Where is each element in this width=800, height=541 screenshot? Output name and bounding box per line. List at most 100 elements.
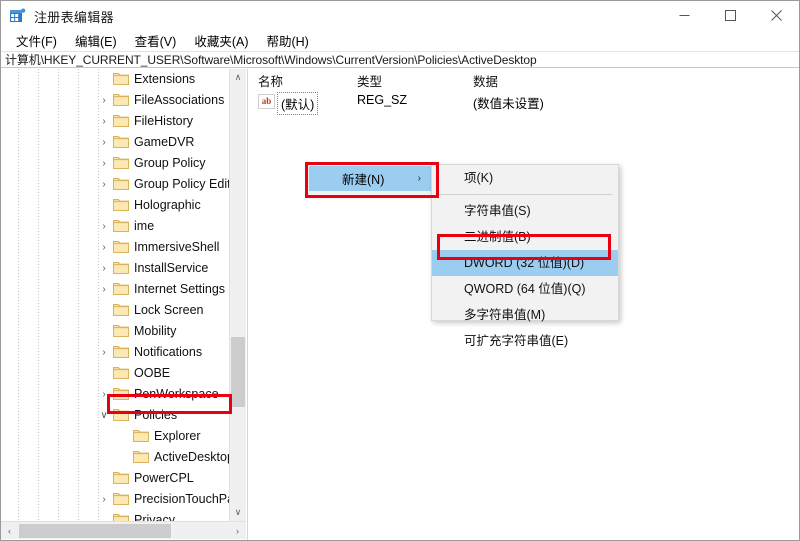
registry-tree[interactable]: Extensions›FileAssociations›FileHistory›… [1, 69, 229, 521]
address-bar[interactable]: 计算机\HKEY_CURRENT_USER\Software\Microsoft… [1, 51, 799, 68]
scroll-left-button[interactable]: ‹ [1, 522, 18, 539]
submenu-item-4[interactable]: QWORD (64 位值)(Q) [432, 276, 618, 302]
folder-icon [113, 72, 129, 86]
scroll-right-button[interactable]: › [229, 522, 246, 539]
tree-vertical-scrollbar[interactable]: ∧ ∨ [229, 69, 246, 521]
tree-item-label: Policies [134, 408, 177, 422]
tree-item-precisiontouchpad[interactable]: ›PrecisionTouchPad [1, 489, 229, 510]
tree-item-activedesktop[interactable]: ActiveDesktop [1, 447, 229, 468]
folder-icon [113, 114, 129, 128]
tree-item-holographic[interactable]: Holographic [1, 195, 229, 216]
folder-icon [113, 177, 129, 191]
menu-bar: 文件(F) 编辑(E) 查看(V) 收藏夹(A) 帮助(H) [1, 30, 799, 51]
scroll-up-button[interactable]: ∧ [230, 69, 246, 86]
tree-item-filehistory[interactable]: › FileHistory [1, 111, 229, 132]
column-header-type[interactable]: 类型 [357, 71, 382, 90]
tree-item-explorer[interactable]: Explorer [1, 426, 229, 447]
chevron-right-icon[interactable]: › [97, 258, 111, 279]
folder-icon [113, 471, 129, 485]
chevron-right-icon[interactable]: › [97, 489, 111, 510]
tree-item-notifications[interactable]: ›Notifications [1, 342, 229, 363]
tree-item-label: FileHistory [134, 114, 193, 128]
chevron-right-icon[interactable]: › [97, 384, 111, 405]
pane-splitter[interactable] [247, 69, 249, 540]
value-name[interactable]: (默认) [277, 92, 318, 115]
tree-item-penworkspace[interactable]: ›PenWorkspace [1, 384, 229, 405]
folder-icon [113, 282, 129, 296]
submenu-item-label: 项(K) [464, 171, 493, 185]
registry-path: 计算机\HKEY_CURRENT_USER\Software\Microsoft… [1, 51, 537, 68]
tree-item-gamedvr[interactable]: ›GameDVR [1, 132, 229, 153]
tree-item-group-policy[interactable]: ›Group Policy [1, 153, 229, 174]
tree-horizontal-scrollbar[interactable]: ‹ › [1, 521, 246, 539]
folder-icon [113, 366, 129, 380]
scroll-thumb[interactable] [231, 337, 245, 407]
tree-item-ime[interactable]: › ime [1, 216, 229, 237]
submenu-item-3[interactable]: DWORD (32 位值)(D) [432, 250, 618, 276]
submenu-item-6[interactable]: 可扩充字符串值(E) [432, 328, 618, 354]
tree-item-oobe[interactable]: OOBE [1, 363, 229, 384]
list-header: 名称 类型 数据 [250, 69, 799, 88]
tree-item-extensions[interactable]: Extensions [1, 69, 229, 90]
tree-guide-line [38, 69, 39, 521]
maximize-button[interactable] [707, 1, 753, 30]
value-data: (数值未设置) [473, 93, 544, 112]
folder-icon [113, 156, 129, 170]
window-controls [661, 1, 799, 30]
tree-item-mobility[interactable]: Mobility [1, 321, 229, 342]
tree-item-internet-settings[interactable]: ›Internet Settings [1, 279, 229, 300]
chevron-right-icon[interactable]: › [97, 111, 111, 132]
chevron-right-icon[interactable]: › [97, 153, 111, 174]
chevron-right-icon[interactable]: › [97, 90, 111, 111]
chevron-right-icon[interactable]: › [97, 237, 111, 258]
tree-item-policies[interactable]: ∨ Policies [1, 405, 229, 426]
folder-icon [113, 513, 129, 521]
table-row[interactable]: ab (默认) REG_SZ (数值未设置) [250, 91, 799, 111]
tree-item-label: ActiveDesktop [154, 450, 229, 464]
tree-item-label: FileAssociations [134, 93, 224, 107]
chevron-down-icon[interactable]: ∨ [97, 405, 111, 426]
folder-icon [113, 135, 129, 149]
tree-item-label: Lock Screen [134, 303, 203, 317]
menu-edit[interactable]: 编辑(E) [66, 29, 126, 52]
folder-icon [133, 450, 149, 464]
menu-file[interactable]: 文件(F) [7, 29, 66, 52]
submenu-item-label: 字符串值(S) [464, 204, 531, 218]
chevron-right-icon[interactable]: › [97, 132, 111, 153]
submenu-separator [438, 194, 612, 195]
minimize-button[interactable] [661, 1, 707, 30]
menu-view[interactable]: 查看(V) [126, 29, 186, 52]
context-menu-item-new-label: 新建(N) [342, 169, 384, 188]
menu-favorites[interactable]: 收藏夹(A) [185, 29, 257, 52]
chevron-right-icon[interactable]: › [97, 279, 111, 300]
folder-icon [113, 240, 129, 254]
submenu-item-5[interactable]: 多字符串值(M) [432, 302, 618, 328]
chevron-right-icon[interactable]: › [97, 216, 111, 237]
context-menu-item-new[interactable]: 新建(N) › [309, 166, 433, 191]
submenu-item-2[interactable]: 二进制值(B) [432, 224, 618, 250]
tree-item-label: Holographic [134, 198, 201, 212]
tree-item-installservice[interactable]: ›InstallService [1, 258, 229, 279]
column-header-name[interactable]: 名称 [258, 71, 283, 90]
tree-item-label: Group Policy Editor [134, 177, 229, 191]
title-bar: 注册表编辑器 [1, 1, 799, 30]
chevron-right-icon[interactable]: › [97, 174, 111, 195]
menu-help[interactable]: 帮助(H) [257, 29, 317, 52]
tree-item-powercpl[interactable]: PowerCPL [1, 468, 229, 489]
submenu-item-label: DWORD (32 位值)(D) [464, 256, 584, 270]
tree-item-label: ime [134, 219, 154, 233]
chevron-right-icon[interactable]: › [97, 342, 111, 363]
scroll-thumb[interactable] [19, 524, 171, 538]
tree-item-lock-screen[interactable]: Lock Screen [1, 300, 229, 321]
close-button[interactable] [753, 1, 799, 30]
column-header-data[interactable]: 数据 [473, 71, 498, 90]
tree-item-privacy[interactable]: Privacy [1, 510, 229, 521]
tree-item-fileassociations[interactable]: › FileAssociations [1, 90, 229, 111]
submenu-item-0[interactable]: 项(K) [432, 165, 618, 191]
tree-item-group-policy-editor[interactable]: › Group Policy Editor [1, 174, 229, 195]
tree-guide-line [98, 69, 99, 521]
scroll-down-button[interactable]: ∨ [230, 504, 246, 521]
new-submenu[interactable]: 项(K) 字符串值(S) 二进制值(B) DWORD (32 位值)(D) QWORD … [431, 164, 619, 321]
tree-item-immersiveshell[interactable]: ›ImmersiveShell [1, 237, 229, 258]
submenu-item-1[interactable]: 字符串值(S) [432, 198, 618, 224]
